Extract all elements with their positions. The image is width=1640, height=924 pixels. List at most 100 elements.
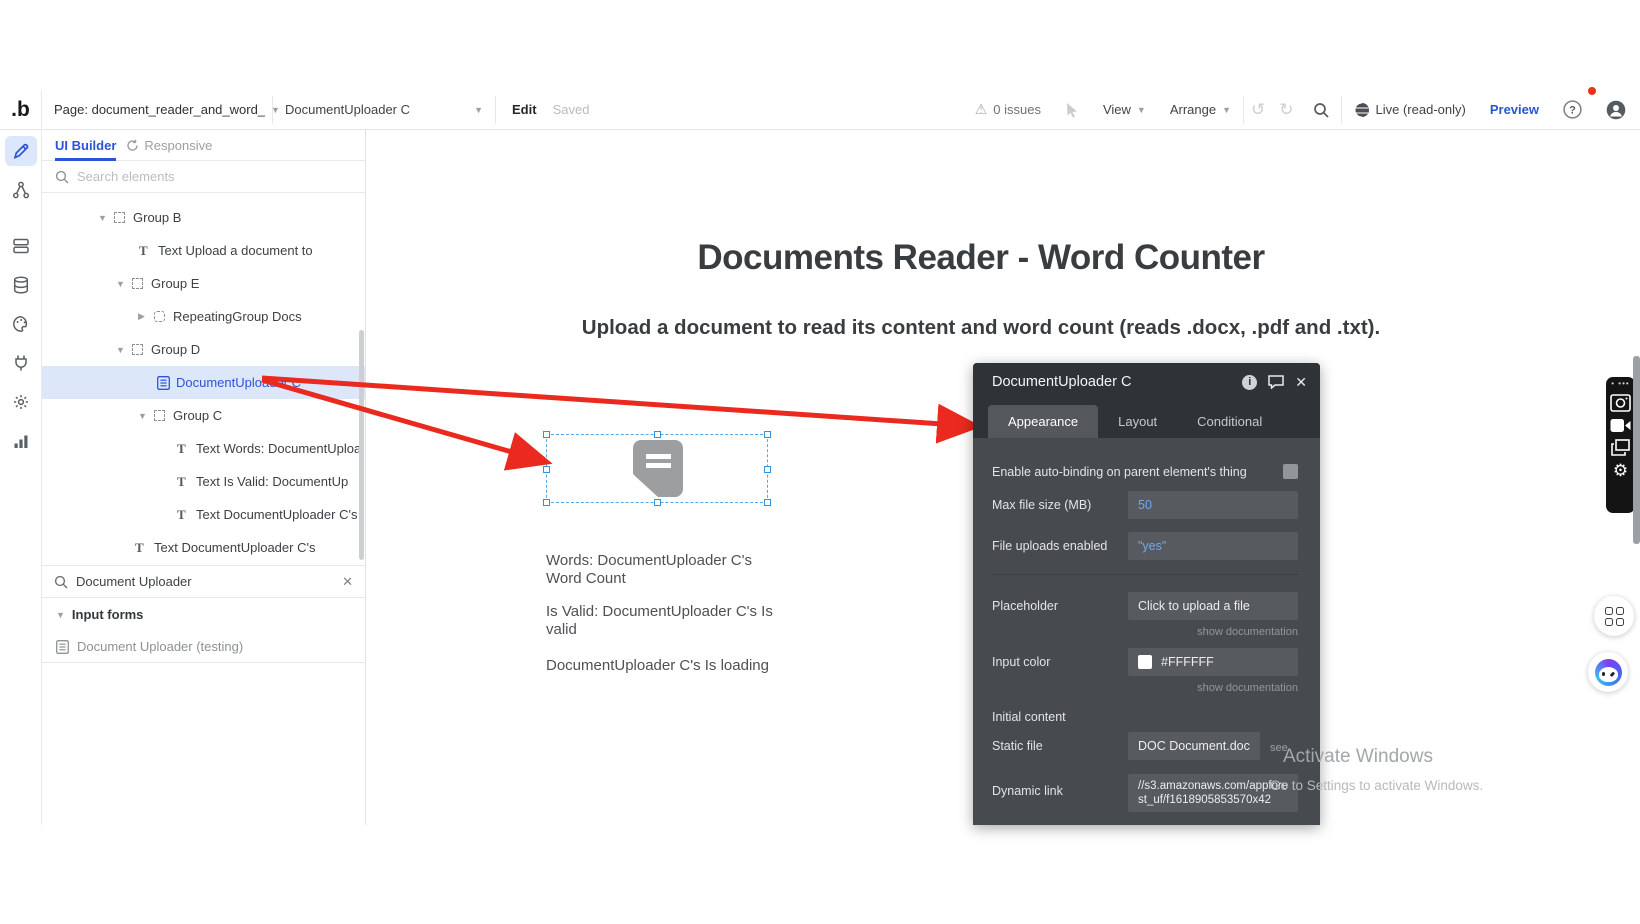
apps-grid-button[interactable] [1594, 596, 1634, 636]
tree-scrollbar-thumb[interactable] [359, 330, 364, 560]
database-icon[interactable] [5, 270, 37, 300]
max-file-size-input[interactable]: 50 [1128, 491, 1298, 519]
inspector-tab-appearance[interactable]: Appearance [988, 405, 1098, 438]
view-menu-label: View [1103, 102, 1131, 117]
tree-item-text-documentuploader-c-s[interactable]: TText DocumentUploader C's [42, 498, 365, 531]
pointer-tool-icon[interactable] [1053, 90, 1091, 130]
logs-chart-icon[interactable] [5, 426, 37, 456]
auto-binding-checkbox[interactable] [1283, 464, 1298, 479]
tree-caret-icon[interactable]: ▼ [98, 213, 114, 223]
static-file-label: Static file [992, 739, 1128, 753]
tab-ui-builder[interactable]: UI Builder [55, 130, 116, 161]
search-icon[interactable] [1301, 90, 1341, 130]
close-icon[interactable]: ✕ [1295, 374, 1307, 391]
clear-filter-icon[interactable]: ✕ [342, 574, 353, 590]
pages-icon[interactable] [5, 231, 37, 261]
uploader-icon [157, 376, 176, 390]
element-tree: ▼Group BTText Upload a document to▼Group… [42, 201, 365, 564]
preview-button[interactable]: Preview [1478, 90, 1551, 130]
workflow-icon[interactable] [5, 175, 37, 205]
element-selector-dropdown[interactable]: DocumentUploader C ▼ [273, 90, 495, 130]
tree-caret-icon[interactable]: ▼ [116, 279, 132, 289]
group-icon [114, 212, 133, 223]
selected-uploader-element[interactable] [546, 434, 768, 503]
file-uploads-enabled-label: File uploads enabled [992, 539, 1128, 553]
tree-caret-icon[interactable]: ▼ [138, 411, 154, 421]
static-file-input[interactable]: DOC Document.doc [1128, 732, 1260, 760]
page-title[interactable]: Documents Reader - Word Counter [366, 238, 1596, 278]
canvas-text-element[interactable]: Words: DocumentUploader C's Word Count [546, 552, 780, 587]
settings-gear-icon[interactable] [5, 387, 37, 417]
assistant-bot-button[interactable] [1588, 652, 1628, 692]
tree-caret-icon[interactable]: ▼ [116, 345, 132, 355]
page-selector-dropdown[interactable]: Page: document_reader_and_word_ ▼ [42, 90, 272, 130]
undo-icon[interactable]: ↺ [1244, 90, 1272, 130]
search-elements-field[interactable]: Search elements [42, 161, 365, 193]
input-color-input[interactable]: #FFFFFF [1128, 648, 1298, 676]
show-documentation-link[interactable]: show documentation [992, 682, 1298, 694]
show-documentation-link[interactable]: show documentation [992, 626, 1298, 638]
video-camera-icon[interactable] [1610, 418, 1631, 433]
resize-handle-e[interactable] [764, 466, 771, 473]
arrange-menu[interactable]: Arrange ▼ [1158, 90, 1243, 130]
left-icon-rail [0, 130, 42, 825]
tree-caret-icon[interactable]: ▶ [138, 311, 154, 322]
copy-pages-icon[interactable] [1611, 439, 1630, 456]
live-version-label: Live (read-only) [1376, 102, 1466, 117]
resize-handle-w[interactable] [543, 466, 550, 473]
input-color-label: Input color [992, 655, 1128, 669]
canvas-text-element[interactable]: DocumentUploader C's Is loading [546, 657, 780, 675]
auto-binding-label: Enable auto-binding on parent element's … [992, 465, 1283, 479]
tab-responsive[interactable]: Responsive [126, 138, 212, 153]
tree-item-documentuploader-c[interactable]: DocumentUploader C [42, 366, 365, 399]
view-menu[interactable]: View ▼ [1091, 90, 1158, 130]
toolbar-dots-icon[interactable]: • ••• [1611, 380, 1629, 388]
page-subtitle[interactable]: Upload a document to read its content an… [366, 316, 1596, 340]
plugins-plug-icon[interactable] [5, 348, 37, 378]
tree-item-group-b[interactable]: ▼Group B [42, 201, 365, 234]
top-toolbar: .b Page: document_reader_and_word_ ▼ Doc… [0, 90, 1640, 130]
issues-indicator[interactable]: ⚠ 0 issues [963, 90, 1053, 130]
info-icon[interactable]: i [1242, 375, 1257, 390]
comment-icon[interactable] [1268, 375, 1284, 389]
placeholder-label: Placeholder [992, 599, 1128, 613]
element-filter-box[interactable]: Document Uploader ✕ [42, 565, 365, 598]
tree-item-group-e[interactable]: ▼ Group E [42, 267, 365, 300]
inspector-tab-layout[interactable]: Layout [1098, 405, 1177, 438]
tree-item-text-words-documentuploa[interactable]: TText Words: DocumentUploa [42, 432, 365, 465]
resize-handle-n[interactable] [654, 431, 661, 438]
canvas-text-element[interactable]: Is Valid: DocumentUploader C's Is valid [546, 603, 780, 638]
tree-item-text-is-valid-documentup[interactable]: TText Is Valid: DocumentUp [42, 465, 365, 498]
inspector-tab-conditional[interactable]: Conditional [1177, 405, 1282, 438]
help-button[interactable]: ? [1551, 90, 1594, 130]
resize-handle-ne[interactable] [764, 431, 771, 438]
styles-palette-icon[interactable] [5, 309, 37, 339]
section-input-forms[interactable]: ▼ Input forms [42, 598, 365, 631]
tree-item-text-upload-a-document-to[interactable]: TText Upload a document to [42, 234, 365, 267]
camera-icon[interactable] [1610, 394, 1631, 412]
resize-handle-sw[interactable] [543, 499, 550, 506]
elements-panel: UI Builder Responsive Search elements ▼G… [42, 130, 366, 825]
tree-item-text-documentuploader-c-s[interactable]: TText DocumentUploader C's [42, 531, 365, 564]
tree-item-label: Group E [151, 276, 199, 291]
window-scrollbar-thumb[interactable] [1633, 356, 1640, 544]
tree-item-group-d[interactable]: ▼Group D [42, 333, 365, 366]
design-pencil-icon[interactable] [5, 136, 37, 166]
search-result-item[interactable]: Document Uploader (testing) [42, 631, 365, 663]
edit-menu[interactable]: Edit [496, 90, 549, 130]
tree-item-label: Text Is Valid: DocumentUp [196, 474, 348, 489]
live-version-selector[interactable]: Live (read-only) [1342, 90, 1478, 130]
placeholder-input[interactable]: Click to upload a file [1128, 592, 1298, 620]
bubble-logo[interactable]: .b [0, 90, 42, 130]
resize-handle-nw[interactable] [543, 431, 550, 438]
tree-item-repeatinggroup-docs[interactable]: ▶RepeatingGroup Docs [42, 300, 365, 333]
redo-icon[interactable]: ↻ [1272, 90, 1300, 130]
tree-item-group-c[interactable]: ▼Group C [42, 399, 365, 432]
extension-settings-gear-icon[interactable]: ⚙ [1613, 462, 1628, 480]
inspector-title: DocumentUploader C [992, 374, 1131, 390]
resize-handle-se[interactable] [764, 499, 771, 506]
inspector-header[interactable]: DocumentUploader C i ✕ [973, 363, 1320, 401]
user-avatar[interactable] [1594, 90, 1640, 130]
file-uploads-enabled-input[interactable]: "yes" [1128, 532, 1298, 560]
color-swatch[interactable] [1138, 655, 1152, 669]
